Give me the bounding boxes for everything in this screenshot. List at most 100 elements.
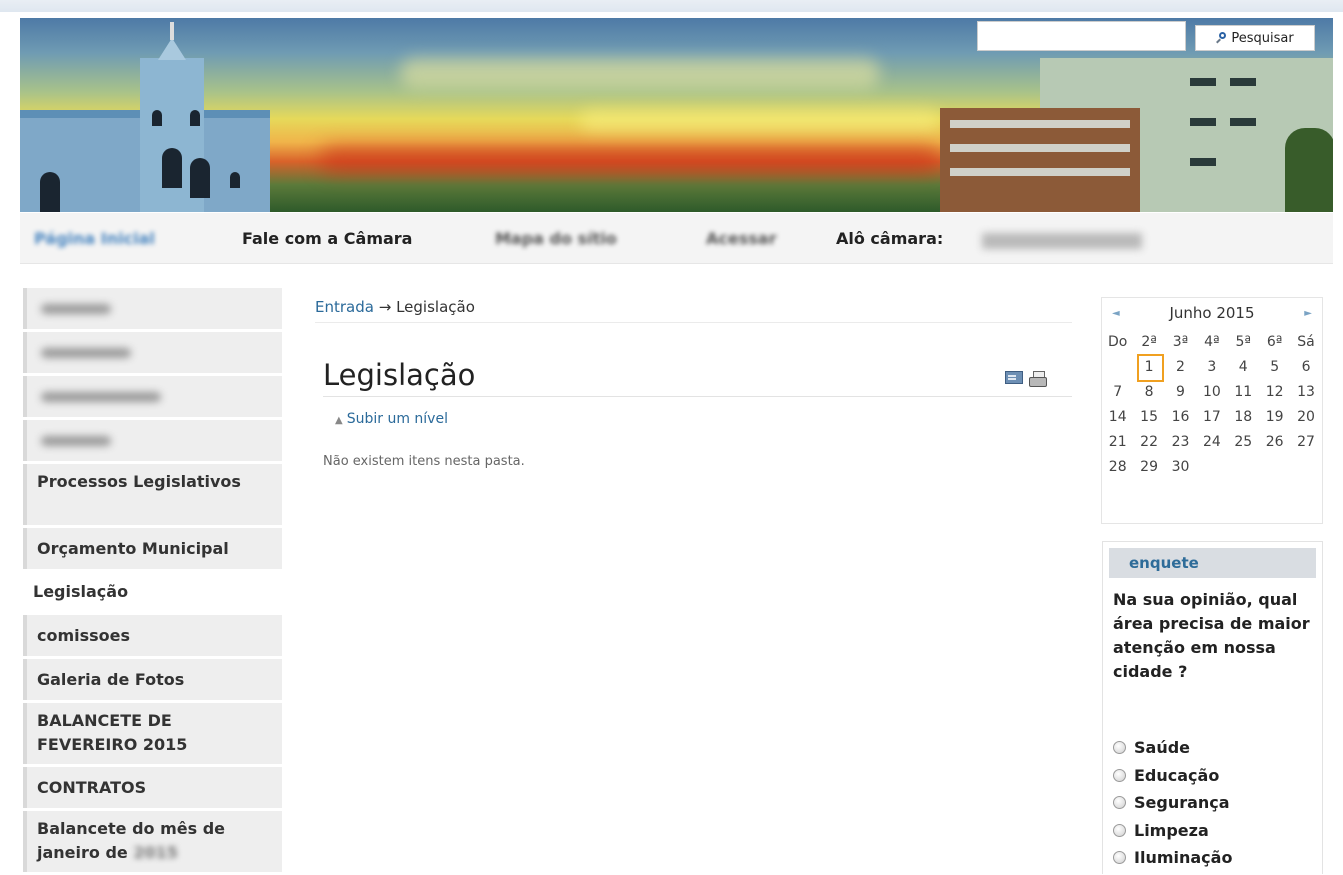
calendar-day[interactable]: 12 [1259, 384, 1290, 400]
nav-login[interactable]: Acessar [706, 229, 776, 248]
redacted-year: 2015 [133, 843, 178, 862]
calendar-day[interactable]: 13 [1290, 384, 1321, 400]
calendar-next-month-icon[interactable]: ► [1304, 308, 1312, 319]
calendar-day[interactable]: 3 [1196, 359, 1227, 375]
calendar-weekday: 6ª [1266, 333, 1283, 350]
poll-option-security[interactable]: Segurança [1113, 789, 1232, 817]
calendar-day[interactable]: 17 [1196, 409, 1227, 425]
document-actions [1005, 371, 1047, 387]
search-button[interactable]: Pesquisar [1195, 25, 1315, 51]
up-one-level-link[interactable]: ▲ Subir um nível [335, 411, 448, 427]
poll-widget: enquete Na sua opinião, qual área precis… [1102, 541, 1323, 874]
calendar-weekday: 4ª [1204, 333, 1220, 350]
poll-option-education[interactable]: Educação [1113, 762, 1232, 790]
calendar-day[interactable]: 20 [1290, 409, 1321, 425]
calendar-weekday-row: Do 2ª 3ª 4ª 5ª 6ª Sá [1102, 329, 1322, 354]
calendar-day[interactable]: 19 [1259, 409, 1290, 425]
calendar-day[interactable]: 4 [1228, 359, 1259, 375]
calendar-widget: ◄ Junho 2015 ► Do 2ª 3ª 4ª 5ª 6ª Sá 1 2 … [1101, 297, 1323, 524]
banner-cloud-glow [400, 58, 880, 88]
up-arrow-icon: ▲ [335, 415, 343, 426]
nav-sitemap[interactable]: Mapa do sítio [495, 229, 617, 248]
banner-sunset [320, 146, 940, 172]
calendar-day-today[interactable]: 1 [1133, 353, 1165, 382]
nav-phone-label: Alô câmara: [836, 229, 944, 248]
send-email-icon[interactable] [1005, 371, 1023, 384]
breadcrumb-current: Legislação [396, 298, 475, 316]
calendar-weekday: 2ª [1141, 333, 1157, 350]
sidebar-item-january-balance[interactable]: Balancete do mês de janeiro de 2015 [23, 811, 282, 872]
nav-contact-chamber[interactable]: Fale com a Câmara [242, 229, 412, 248]
sidebar-item-municipal-budget[interactable]: Orçamento Municipal [23, 528, 282, 569]
radio-button[interactable] [1113, 823, 1126, 837]
sidebar-item-commissions[interactable]: comissoes [23, 615, 282, 656]
calendar-day[interactable]: 9 [1165, 384, 1196, 400]
sidebar-menu: Processos Legislativos Orçamento Municip… [23, 288, 282, 875]
print-icon[interactable] [1029, 371, 1047, 387]
calendar-day[interactable]: 2 [1165, 359, 1196, 375]
calendar-day[interactable]: 26 [1259, 434, 1290, 450]
poll-option-lighting[interactable]: Iluminação [1113, 844, 1232, 872]
calendar-day[interactable]: 24 [1196, 434, 1227, 450]
nav-home[interactable]: Página Inicial [34, 229, 155, 248]
sidebar-item-label: Orçamento Municipal [37, 538, 229, 558]
calendar-weekday: 5ª [1235, 333, 1252, 350]
calendar-day[interactable]: 10 [1196, 384, 1227, 400]
calendar-day[interactable]: 29 [1133, 459, 1164, 475]
search-input[interactable] [977, 21, 1186, 51]
calendar-day[interactable]: 5 [1259, 359, 1290, 375]
sidebar-item-label: Galeria de Fotos [37, 669, 185, 689]
poll-question: Na sua opinião, qual área precisa de mai… [1113, 590, 1310, 681]
search-icon [1216, 32, 1228, 44]
radio-button[interactable] [1113, 796, 1126, 810]
calendar-day[interactable]: 22 [1133, 434, 1164, 450]
calendar-weekday: Sá [1297, 333, 1315, 350]
empty-folder-message: Não existem itens nesta pasta. [323, 454, 525, 469]
sidebar-item-contracts[interactable]: CONTRATOS [23, 767, 282, 808]
sidebar-item-legislation[interactable]: Legislação [23, 572, 282, 612]
today-highlight [1137, 353, 1165, 382]
sidebar-item-redacted[interactable] [23, 332, 282, 373]
breadcrumb-home-link[interactable]: Entrada [315, 298, 374, 316]
calendar-header: ◄ Junho 2015 ► [1102, 298, 1322, 328]
poll-title: enquete [1109, 548, 1316, 578]
calendar-month-title: Junho 2015 [1169, 304, 1255, 322]
page-title: Legislação [323, 358, 476, 392]
sidebar-item-redacted[interactable] [23, 420, 282, 461]
calendar-week: 1 2 3 4 5 6 [1102, 353, 1322, 382]
calendar-day[interactable]: 7 [1102, 384, 1133, 400]
calendar-day[interactable]: 27 [1290, 434, 1321, 450]
calendar-week: 14 15 16 17 18 19 20 [1102, 404, 1322, 429]
calendar-day[interactable]: 16 [1165, 409, 1196, 425]
calendar-prev-month-icon[interactable]: ◄ [1112, 308, 1120, 319]
calendar-day[interactable]: 25 [1228, 434, 1259, 450]
sidebar-item-legislative-processes[interactable]: Processos Legislativos [23, 464, 282, 525]
calendar-day[interactable]: 6 [1290, 359, 1321, 375]
calendar-day[interactable]: 23 [1165, 434, 1196, 450]
calendar-day[interactable]: 30 [1165, 459, 1196, 475]
phone-number-redacted [982, 233, 1142, 249]
poll-option-label: Saúde [1134, 738, 1191, 758]
sidebar-item-label: Balancete do mês de janeiro de [37, 819, 226, 862]
calendar-day[interactable]: 28 [1102, 459, 1133, 475]
calendar-day[interactable]: 14 [1102, 409, 1133, 425]
sidebar-item-label: Processos Legislativos [37, 472, 241, 491]
sidebar-item-february-balance[interactable]: BALANCETE DE FEVEREIRO 2015 [23, 703, 282, 764]
radio-button[interactable] [1113, 851, 1126, 865]
breadcrumb: Entrada → Legislação [315, 298, 1072, 323]
calendar-day[interactable]: 8 [1133, 384, 1164, 400]
radio-button[interactable] [1113, 741, 1126, 755]
sidebar-item-redacted[interactable] [23, 288, 282, 329]
calendar-day[interactable]: 21 [1102, 434, 1133, 450]
sidebar-item-photo-gallery[interactable]: Galeria de Fotos [23, 659, 282, 700]
poll-option-cleaning[interactable]: Limpeza [1113, 817, 1232, 845]
banner-cloud-glow [580, 110, 940, 132]
chamber-building-image [940, 58, 1333, 212]
calendar-day[interactable]: 15 [1133, 409, 1164, 425]
calendar-day[interactable]: 18 [1228, 409, 1259, 425]
poll-option-health[interactable]: Saúde [1113, 734, 1232, 762]
sidebar-item-redacted[interactable] [23, 376, 282, 417]
breadcrumb-separator: → [378, 298, 392, 316]
calendar-day[interactable]: 11 [1228, 384, 1259, 400]
radio-button[interactable] [1113, 768, 1126, 782]
